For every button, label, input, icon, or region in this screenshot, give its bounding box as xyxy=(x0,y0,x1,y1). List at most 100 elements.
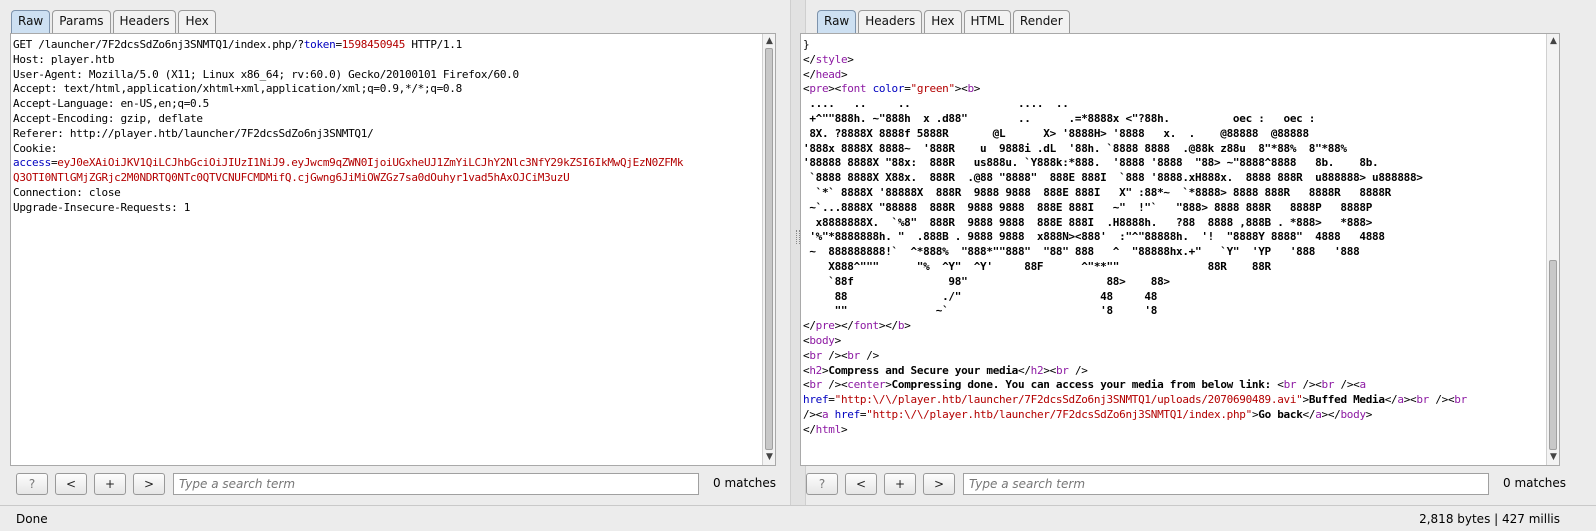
code-token: token xyxy=(303,38,336,51)
request-search-bar: ? < + > xyxy=(16,472,699,496)
request-tab-headers[interactable]: Headers xyxy=(112,10,177,33)
request-tab-hex[interactable]: Hex xyxy=(178,10,216,33)
search-add-button[interactable]: + xyxy=(94,473,126,495)
code-token: Host: player.htb xyxy=(13,52,115,66)
response-search-input[interactable] xyxy=(963,473,1489,495)
code-token: pre xyxy=(809,82,829,96)
search-next-button[interactable]: > xyxy=(923,473,955,495)
response-editor[interactable]: } </style> </head> <pre><font color="green"… xyxy=(800,33,1560,466)
code-token: html xyxy=(815,422,842,436)
code-token: head xyxy=(815,67,842,81)
code-line: '%"*8888888h. " .888B . 9888 9888 x888N>… xyxy=(803,230,1545,245)
code-line: <pre><font color="green"><b> xyxy=(803,82,1545,97)
scroll-up-icon[interactable]: ▲ xyxy=(764,36,775,47)
search-help-button[interactable]: ? xyxy=(806,473,838,495)
code-line: Host: player.htb xyxy=(13,53,761,68)
code-token: br xyxy=(809,348,822,362)
response-tab-html[interactable]: HTML xyxy=(963,10,1011,33)
code-token: />< xyxy=(1429,393,1455,407)
scroll-up-icon[interactable]: ▲ xyxy=(1548,36,1559,47)
search-help-button[interactable]: ? xyxy=(16,473,48,495)
request-scrollbar[interactable]: ▲ ▼ xyxy=(762,34,775,465)
code-token: } xyxy=(803,38,810,51)
request-search-input[interactable] xyxy=(173,473,699,495)
response-tab-raw[interactable]: Raw xyxy=(817,10,857,33)
code-line: User-Agent: Mozilla/5.0 (X11; Linux x86_… xyxy=(13,68,761,83)
response-tab-headers[interactable]: Headers xyxy=(858,10,923,33)
scroll-down-icon[interactable]: ▼ xyxy=(764,452,775,463)
code-line: access=eyJ0eXAiOiJKV1QiLCJhbGciOiJIUzI1N… xyxy=(13,156,761,171)
code-line: GET /launcher/7F2dcsSdZo6nj3SNMTQ1/index… xyxy=(13,38,761,53)
code-token: </ xyxy=(1302,407,1316,421)
code-token: Buffed Media xyxy=(1308,393,1385,407)
code-token: 88 ./" 48 48 xyxy=(803,289,1158,303)
code-token: ></ xyxy=(834,319,854,333)
code-token: "http:\/\/player.htb/launcher/7F2dcsSdZo… xyxy=(834,393,1303,407)
request-tab-params[interactable]: Params xyxy=(52,10,111,33)
code-line: 8X. ?8888X 8888f 5888R @L X> '8888H> '88… xyxy=(803,127,1545,142)
code-token: 1598450945 xyxy=(341,38,406,51)
request-pane: Raw Params Headers Hex GET /launcher/7F2dcs… xyxy=(0,0,790,505)
code-token: color xyxy=(872,82,905,96)
request-editor[interactable]: GET /launcher/7F2dcsSdZo6nj3SNMTQ1/index… xyxy=(10,33,776,466)
code-token: />< xyxy=(821,348,848,362)
code-token: body xyxy=(809,333,835,347)
code-token: h2 xyxy=(1030,363,1044,377)
search-next-button[interactable]: > xyxy=(133,473,165,495)
code-line: Q3OTI0NTlGMjZGRjc2M0NDRTQ0NTc0QTVCNUFCMD… xyxy=(13,171,761,186)
code-token: font xyxy=(853,319,880,333)
code-line: `8888 8888X X88x. 888R .@88 "8888" 888E … xyxy=(803,171,1545,186)
search-prev-button[interactable]: < xyxy=(55,473,87,495)
code-token: Accept-Language: en-US,en;q=0.5 xyxy=(13,97,209,111)
code-token: Accept-Encoding: gzip, deflate xyxy=(13,111,203,125)
code-token: Upgrade-Insecure-Requests: 1 xyxy=(13,200,191,214)
code-token: Q3OTI0NTlGMjZGRjc2M0NDRTQ0NTc0QTVCNUFCMD… xyxy=(13,171,570,185)
code-token: > xyxy=(1365,407,1373,421)
response-scrollbar[interactable]: ▲ ▼ xyxy=(1546,34,1559,465)
request-text[interactable]: GET /launcher/7F2dcsSdZo6nj3SNMTQ1/index… xyxy=(13,38,761,465)
search-prev-button[interactable]: < xyxy=(845,473,877,495)
code-line: "" ~` '8 '8 xyxy=(803,304,1545,319)
code-token: > xyxy=(840,422,848,436)
code-token: br xyxy=(1416,393,1429,407)
code-token: ></ xyxy=(1321,407,1341,421)
code-token: Accept: text/html,application/xhtml+xml,… xyxy=(13,82,462,96)
code-token: </ xyxy=(803,319,816,333)
code-line: <br /><br /> xyxy=(803,349,1545,364)
request-tab-raw[interactable]: Raw xyxy=(11,10,51,33)
code-token: `88f 98" 88> 88> xyxy=(803,274,1170,288)
response-tab-render[interactable]: Render xyxy=(1012,10,1070,33)
code-line: </pre></font></b> xyxy=(803,319,1545,334)
response-scroll-thumb[interactable] xyxy=(1549,260,1557,450)
response-text[interactable]: } </style> </head> <pre><font color="green"… xyxy=(803,38,1545,465)
code-token: />< xyxy=(1296,378,1322,392)
code-token: Cookie: xyxy=(13,141,58,155)
response-size-timing: 2,818 bytes | 427 millis xyxy=(1419,512,1560,526)
code-token: body xyxy=(1340,407,1366,421)
code-token: </ xyxy=(1018,363,1031,377)
response-tabs: Raw Headers Hex HTML Render xyxy=(817,10,1070,33)
code-token: >< xyxy=(954,82,968,96)
code-line: <h2>Compress and Secure your media</h2><… xyxy=(803,364,1545,379)
code-token: User-Agent: Mozilla/5.0 (X11; Linux x86_… xyxy=(13,67,519,81)
code-token: font xyxy=(840,82,867,96)
code-line: </style> xyxy=(803,53,1545,68)
code-token: Connection: close xyxy=(13,185,121,199)
code-token: href xyxy=(834,407,861,421)
code-token: Referer: http://player.htb/launcher/7F2d… xyxy=(13,126,374,140)
code-token: `*` 8888X '88888X 888R 9888 9888 888E 88… xyxy=(803,185,1392,199)
code-token: />< xyxy=(803,407,822,421)
search-add-button[interactable]: + xyxy=(884,473,916,495)
scroll-down-icon[interactable]: ▼ xyxy=(1548,452,1559,463)
response-tab-hex[interactable]: Hex xyxy=(924,10,962,33)
code-line: Cookie: xyxy=(13,142,761,157)
request-matches-count: 0 matches xyxy=(713,476,777,490)
code-line: .... .. .. .... .. xyxy=(803,97,1545,112)
code-token: X888^""" "% ^Y" ^Y' 88F ^"**"" 88R 88R xyxy=(803,259,1271,273)
code-token: br xyxy=(1454,393,1467,407)
response-pane: Raw Headers Hex HTML Render } </style> </head>… xyxy=(800,0,1596,505)
code-token: </ xyxy=(803,67,816,81)
request-scroll-thumb[interactable] xyxy=(765,48,773,450)
code-token: '88888 8888X "88x: 888R us888u. `Y888k:*… xyxy=(803,156,1379,170)
code-token: eyJ0eXAiOiJKV1QiLCJhbGciOiJIUzI1NiJ9.eyJ… xyxy=(57,156,684,170)
